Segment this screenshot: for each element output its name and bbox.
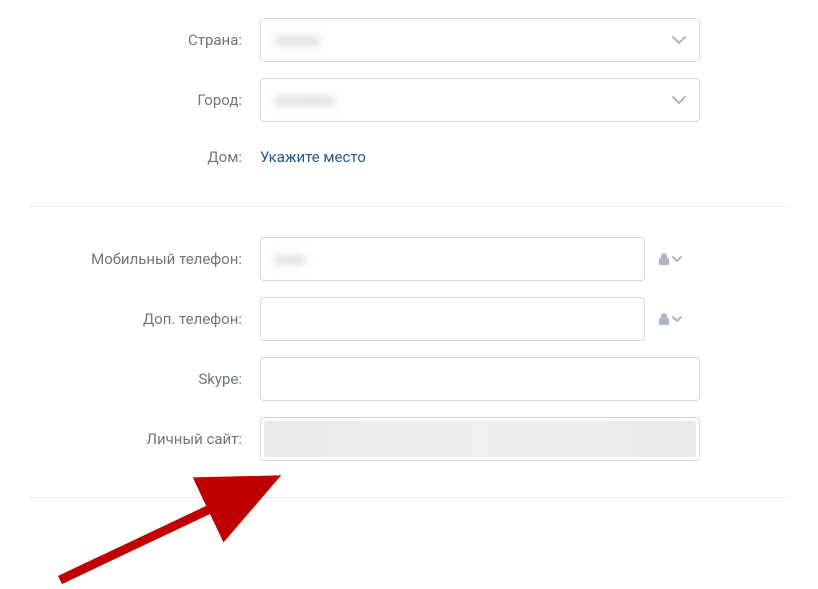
city-value: xxxxxxxx [275,91,335,109]
home-input-wrapper: Укажите место [260,138,700,176]
mobile-privacy-toggle[interactable] [645,252,695,266]
skype-row: Skype: [0,349,818,409]
country-row: Страна: xxxxxx [0,10,818,70]
mobile-input[interactable]: xxxx [260,237,645,281]
mobile-input-wrapper: xxxx [260,237,645,281]
website-input[interactable] [260,417,700,461]
home-place-link[interactable]: Укажите место [260,138,366,176]
skype-input-wrapper [260,357,700,401]
alt-phone-input[interactable] [260,297,645,341]
country-select[interactable]: xxxxxx [260,18,700,62]
alt-phone-input-wrapper [260,297,645,341]
skype-label: Skype: [0,370,260,388]
lock-icon [658,252,670,266]
alt-phone-row: Доп. телефон: [0,289,818,349]
mobile-row: Мобильный телефон: xxxx [0,229,818,289]
alt-phone-privacy-toggle[interactable] [645,312,695,326]
lock-icon [658,312,670,326]
city-row: Город: xxxxxxxx [0,70,818,130]
city-input-wrapper: xxxxxxxx [260,78,700,122]
mobile-label: Мобильный телефон: [0,250,260,268]
country-value: xxxxxx [275,31,320,49]
website-label: Личный сайт: [0,430,260,448]
website-value-blurred [264,421,696,457]
section-divider [30,206,788,207]
country-label: Страна: [0,31,260,49]
city-select[interactable]: xxxxxxxx [260,78,700,122]
skype-input[interactable] [260,357,700,401]
home-label: Дом: [0,148,260,166]
chevron-down-icon [672,315,682,323]
country-input-wrapper: xxxxxx [260,18,700,62]
mobile-value: xxxx [275,250,305,268]
alt-phone-label: Доп. телефон: [0,310,260,328]
city-label: Город: [0,91,260,109]
section-divider [30,497,788,498]
home-row: Дом: Укажите место [0,130,818,184]
profile-edit-form: Страна: xxxxxx Город: xxxxxxxx Дом: Укаж… [0,0,818,498]
website-input-wrapper [260,417,700,461]
website-row: Личный сайт: [0,409,818,469]
chevron-down-icon [672,255,682,263]
